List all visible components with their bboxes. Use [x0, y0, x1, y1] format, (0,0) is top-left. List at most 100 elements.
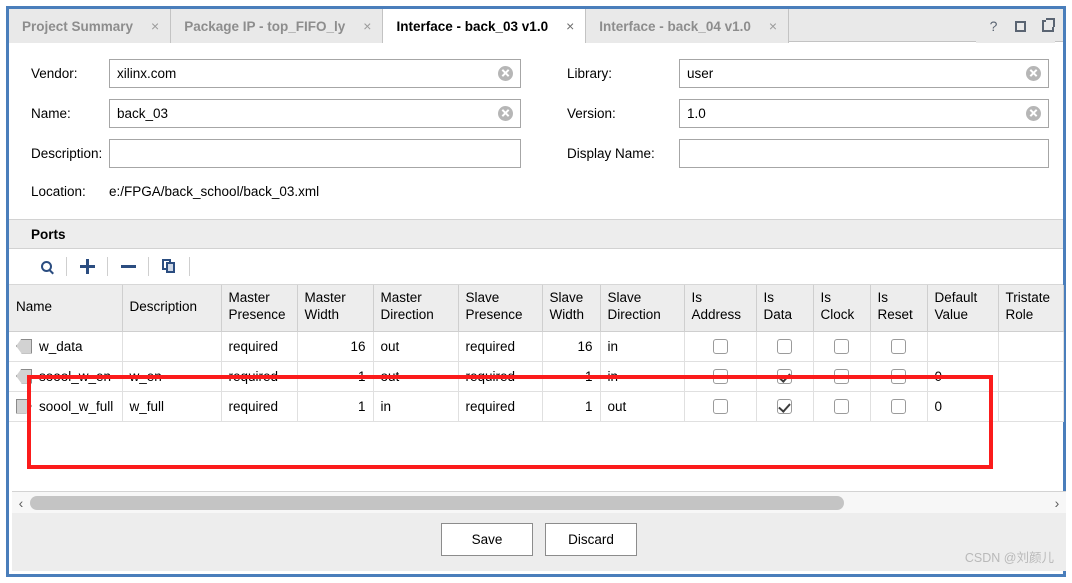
cell-default-value[interactable]: 0 [927, 391, 999, 422]
tab-interface-back-04[interactable]: Interface - back_04 v1.0 × [586, 9, 790, 43]
col-header-master-presence[interactable]: Master Presence [221, 285, 298, 332]
add-icon[interactable] [72, 254, 102, 280]
vendor-field[interactable]: xilinx.com [109, 58, 521, 88]
col-header-slave-direction[interactable]: Slave Direction [600, 285, 685, 332]
save-button[interactable]: Save [441, 523, 533, 556]
cell-slave-presence[interactable]: required [458, 331, 543, 362]
cell-is-address[interactable] [684, 391, 757, 422]
col-header-is-reset[interactable]: Is Reset [870, 285, 928, 332]
tab-project-summary[interactable]: Project Summary × [9, 9, 172, 43]
cell-is-address[interactable] [684, 361, 757, 392]
cell-master-direction[interactable]: in [373, 391, 459, 422]
discard-button[interactable]: Discard [545, 523, 637, 556]
col-header-master-width[interactable]: Master Width [297, 285, 374, 332]
is-data-checkbox[interactable] [777, 338, 792, 354]
cell-description[interactable]: w_en [122, 361, 222, 392]
cell-is-data[interactable] [756, 331, 814, 362]
cell-slave-presence[interactable]: required [458, 361, 543, 392]
cell-name[interactable]: soool_w_en [9, 361, 123, 392]
tab-package-ip[interactable]: Package IP - top_FIFO_ly × [171, 9, 384, 43]
search-icon[interactable] [31, 254, 61, 280]
col-header-is-data[interactable]: Is Data [756, 285, 814, 332]
is-clock-checkbox[interactable] [834, 338, 849, 354]
tab-close-icon[interactable]: × [564, 19, 576, 33]
cell-master-width[interactable]: 16 [297, 331, 374, 362]
version-field[interactable]: 1.0 [679, 98, 1049, 128]
tab-close-icon[interactable]: × [361, 19, 373, 33]
cell-master-presence[interactable]: required [221, 331, 298, 362]
is-address-checkbox[interactable] [712, 398, 728, 414]
col-header-name[interactable]: Name [9, 285, 123, 332]
library-field[interactable]: user [679, 58, 1049, 88]
is-address-checkbox[interactable] [712, 338, 728, 354]
table-row[interactable]: soool_w_full w_full required 1 in requir… [9, 391, 1064, 422]
is-data-checkbox[interactable] [777, 368, 792, 384]
col-header-tristate-role[interactable]: Tristate Role [998, 285, 1064, 332]
cell-slave-direction[interactable]: in [600, 331, 685, 362]
description-field[interactable] [109, 138, 521, 168]
cell-is-clock[interactable] [813, 361, 871, 392]
cell-description[interactable] [122, 331, 222, 362]
cell-tristate-role[interactable] [998, 391, 1064, 422]
cell-name[interactable]: soool_w_full [9, 391, 123, 422]
cell-master-presence[interactable]: required [221, 391, 298, 422]
tab-close-icon[interactable]: × [767, 19, 779, 33]
remove-icon[interactable] [113, 254, 143, 280]
copy-icon[interactable] [154, 254, 184, 280]
cell-is-reset[interactable] [870, 331, 928, 362]
cell-is-address[interactable] [684, 331, 757, 362]
cell-slave-direction[interactable]: in [600, 361, 685, 392]
clear-icon[interactable] [498, 65, 513, 81]
is-data-checkbox[interactable] [777, 398, 792, 414]
is-clock-checkbox[interactable] [834, 398, 849, 414]
scrollbar-thumb[interactable] [30, 496, 845, 510]
col-header-slave-presence[interactable]: Slave Presence [458, 285, 543, 332]
cell-is-clock[interactable] [813, 331, 871, 362]
col-header-is-address[interactable]: Is Address [684, 285, 757, 332]
cell-slave-presence[interactable]: required [458, 391, 543, 422]
cell-slave-width[interactable]: 1 [542, 361, 601, 392]
tab-close-icon[interactable]: × [149, 19, 161, 33]
cell-slave-direction[interactable]: out [600, 391, 685, 422]
name-field[interactable]: back_03 [109, 98, 521, 128]
clear-icon[interactable] [1026, 65, 1041, 81]
cell-master-width[interactable]: 1 [297, 391, 374, 422]
col-header-default-value[interactable]: Default Value [927, 285, 999, 332]
detach-icon[interactable] [1040, 18, 1055, 34]
cell-master-presence[interactable]: required [221, 361, 298, 392]
cell-tristate-role[interactable] [998, 361, 1064, 392]
cell-is-reset[interactable] [870, 361, 928, 392]
table-row[interactable]: w_data required 16 out required 16 in [9, 331, 1064, 362]
cell-master-width[interactable]: 1 [297, 361, 374, 392]
cell-name[interactable]: w_data [9, 331, 123, 362]
clear-icon[interactable] [498, 105, 513, 121]
scroll-left-arrow-icon[interactable]: ‹ [12, 495, 30, 511]
cell-master-direction[interactable]: out [373, 361, 459, 392]
cell-tristate-role[interactable] [998, 331, 1064, 362]
help-icon[interactable]: ? [986, 19, 1001, 34]
table-row[interactable]: soool_w_en w_en required 1 out required … [9, 361, 1064, 392]
cell-slave-width[interactable]: 1 [542, 391, 601, 422]
col-header-master-direction[interactable]: Master Direction [373, 285, 459, 332]
cell-is-data[interactable] [756, 391, 814, 422]
cell-is-clock[interactable] [813, 391, 871, 422]
cell-is-reset[interactable] [870, 391, 928, 422]
scrollbar-track[interactable] [30, 496, 1048, 510]
col-header-slave-width[interactable]: Slave Width [542, 285, 601, 332]
scroll-right-arrow-icon[interactable]: › [1048, 495, 1066, 511]
horizontal-scrollbar[interactable]: ‹ › [12, 491, 1066, 515]
is-reset-checkbox[interactable] [891, 368, 906, 384]
cell-master-direction[interactable]: out [373, 331, 459, 362]
cell-default-value[interactable] [927, 331, 999, 362]
is-reset-checkbox[interactable] [891, 338, 906, 354]
is-reset-checkbox[interactable] [891, 398, 906, 414]
cell-slave-width[interactable]: 16 [542, 331, 601, 362]
is-clock-checkbox[interactable] [834, 368, 849, 384]
cell-is-data[interactable] [756, 361, 814, 392]
cell-description[interactable]: w_full [122, 391, 222, 422]
cell-default-value[interactable]: 0 [927, 361, 999, 392]
is-address-checkbox[interactable] [712, 368, 728, 384]
col-header-description[interactable]: Description [122, 285, 222, 332]
col-header-is-clock[interactable]: Is Clock [813, 285, 871, 332]
tab-interface-back-03[interactable]: Interface - back_03 v1.0 × [383, 9, 587, 43]
